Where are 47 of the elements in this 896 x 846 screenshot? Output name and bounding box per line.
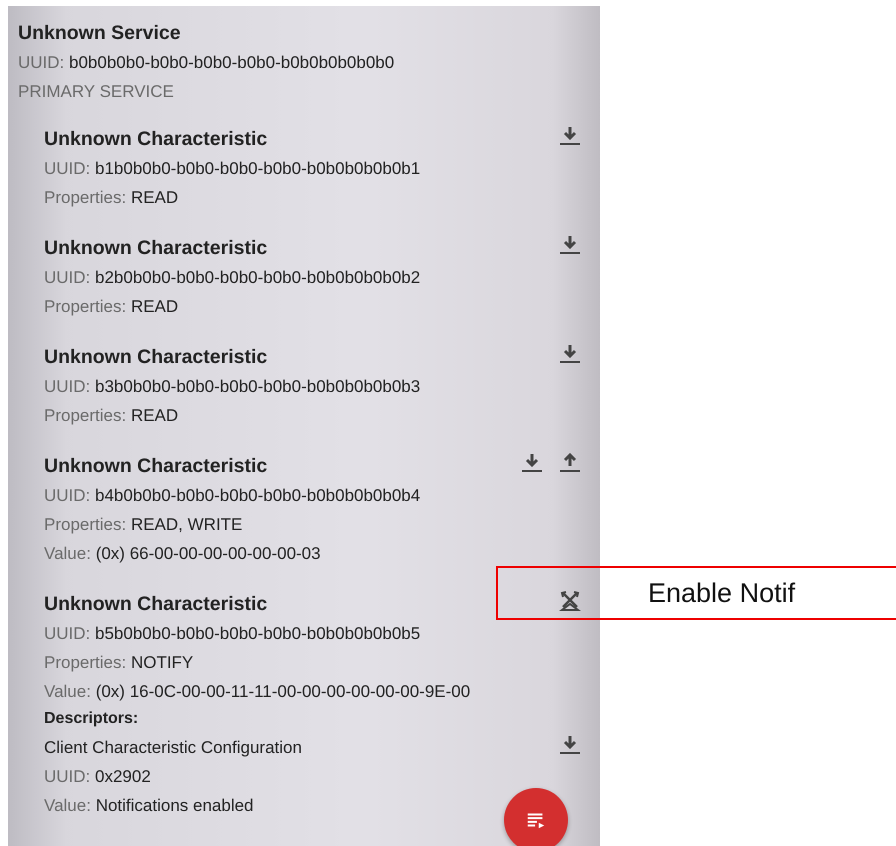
descriptor-value: 0x2902 xyxy=(95,767,151,786)
field-value: b5b0b0b0-b0b0-b0b0-b0b0-b0b0b0b0b0b5 xyxy=(95,624,420,643)
field-label: Value: xyxy=(44,544,91,563)
field-value: b3b0b0b0-b0b0-b0b0-b0b0-b0b0b0b0b0b3 xyxy=(95,377,420,396)
download-icon[interactable] xyxy=(558,233,582,257)
download-icon[interactable] xyxy=(520,451,544,475)
download-icon[interactable] xyxy=(558,124,582,148)
field-value: NOTIFY xyxy=(130,653,194,672)
field-label: UUID: xyxy=(44,624,90,643)
field-label: Value: xyxy=(44,796,91,815)
field-value: READ xyxy=(130,297,178,316)
field-value: READ, WRITE xyxy=(130,515,242,534)
field-label: UUID: xyxy=(18,53,64,72)
field-value: (0x) 66-00-00-00-00-00-00-03 xyxy=(96,544,321,563)
field-label: Properties: xyxy=(44,297,126,316)
service-name: Unknown Service xyxy=(18,21,182,46)
field-label: UUID: xyxy=(44,159,90,178)
field-label: Properties: xyxy=(44,188,126,207)
field-value: b4b0b0b0-b0b0-b0b0-b0b0-b0b0b0b0b0b4 xyxy=(95,486,420,505)
upload-icon[interactable] xyxy=(558,451,582,475)
download-icon[interactable] xyxy=(558,342,582,366)
field-value: READ xyxy=(130,188,178,207)
descriptor-name: Client Characteristic Configuration xyxy=(44,737,302,759)
characteristic-name: Unknown Characteristic xyxy=(44,592,268,617)
field-label: UUID: xyxy=(44,377,90,396)
characteristic-name: Unknown Characteristic xyxy=(44,454,268,479)
field-label: Properties: xyxy=(44,653,126,672)
annotation-text: Enable Notif xyxy=(648,578,796,608)
field-label: Properties: xyxy=(44,515,126,534)
field-label: Value: xyxy=(44,682,91,701)
field-label: UUID: xyxy=(44,767,90,786)
field-label: UUID: xyxy=(44,268,90,287)
field-value: b2b0b0b0-b0b0-b0b0-b0b0-b0b0b0b0b0b2 xyxy=(95,268,420,287)
characteristic-name: Unknown Characteristic xyxy=(44,127,268,152)
field-value: READ xyxy=(130,406,178,425)
field-value: b0b0b0b0-b0b0-b0b0-b0b0-b0b0b0b0b0b0 xyxy=(69,53,394,72)
field-value: (0x) 16-0C-00-00-11-11-00-00-00-00-00-00-9E-00 xyxy=(96,682,470,701)
descriptor-value: Notifications enabled xyxy=(96,796,254,815)
characteristic-name: Unknown Characteristic xyxy=(44,236,268,261)
download-icon[interactable] xyxy=(558,733,582,757)
characteristic-name: Unknown Characteristic xyxy=(44,345,268,370)
field-label: Properties: xyxy=(44,406,126,425)
descriptors-heading: Descriptors: xyxy=(44,709,140,729)
field-label: UUID: xyxy=(44,486,90,505)
service-type: PRIMARY SERVICE xyxy=(18,81,175,103)
field-value: b1b0b0b0-b0b0-b0b0-b0b0-b0b0b0b0b0b1 xyxy=(95,159,420,178)
crossed-arrows-icon[interactable] xyxy=(558,589,582,613)
